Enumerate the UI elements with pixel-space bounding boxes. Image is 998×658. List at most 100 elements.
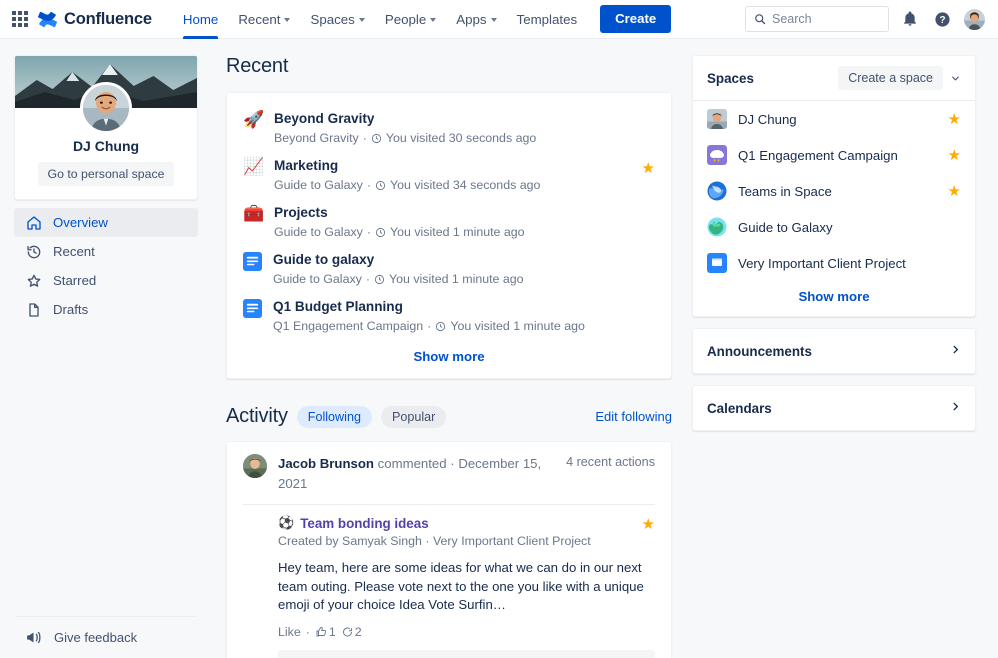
tab-following[interactable]: Following bbox=[296, 405, 372, 428]
recent-list-card: 🚀 Beyond Gravity Beyond Gravity · You vi… bbox=[226, 92, 672, 379]
sidebar-item-overview[interactable]: Overview bbox=[14, 208, 198, 237]
clock-icon bbox=[436, 321, 446, 331]
sidebar-item-drafts[interactable]: Drafts bbox=[14, 295, 198, 324]
app-switcher-icon[interactable] bbox=[10, 9, 30, 29]
avatar[interactable] bbox=[243, 454, 267, 478]
list-item[interactable]: 📈 Marketing Guide to Galaxy · You visite… bbox=[243, 152, 655, 199]
activity-header-row: Jacob Brunson commented · December 15, 2… bbox=[243, 454, 655, 505]
list-item[interactable]: 🧰 Projects Guide to Galaxy · You visited… bbox=[243, 199, 655, 246]
comment-icon bbox=[342, 627, 352, 636]
list-item-meta: Guide to Galaxy · You visited 1 minute a… bbox=[273, 270, 655, 288]
list-item-space: Beyond Gravity bbox=[274, 131, 359, 145]
dot-separator: · bbox=[366, 225, 371, 239]
star-filled-icon[interactable]: ★ bbox=[642, 161, 655, 176]
chart-increasing-emoji-icon: 📈 bbox=[243, 157, 265, 176]
blue-page-icon bbox=[243, 252, 262, 271]
bell-icon[interactable] bbox=[899, 8, 921, 30]
comment-count-chip[interactable]: 2 bbox=[341, 625, 362, 639]
space-name: Q1 Engagement Campaign bbox=[738, 147, 898, 163]
nav-item-recent-label: Recent bbox=[238, 11, 281, 27]
search-input[interactable]: Search bbox=[745, 6, 889, 32]
avatar[interactable] bbox=[80, 82, 132, 134]
star-filled-icon[interactable]: ★ bbox=[948, 184, 961, 199]
star-filled-icon[interactable]: ★ bbox=[948, 112, 961, 127]
like-count-chip[interactable]: 1 bbox=[315, 625, 336, 639]
activity-page-meta: Created by Samyak Singh · Very Important… bbox=[278, 534, 591, 548]
go-to-personal-space-button[interactable]: Go to personal space bbox=[37, 162, 175, 186]
dot-separator: · bbox=[450, 456, 455, 471]
green-globe-avatar-icon bbox=[707, 217, 727, 237]
give-feedback-button[interactable]: Give feedback bbox=[14, 629, 198, 646]
create-button[interactable]: Create bbox=[600, 5, 672, 33]
nav-item-apps[interactable]: Apps bbox=[447, 0, 505, 38]
list-item[interactable]: Teams in Space ★ bbox=[693, 173, 975, 209]
list-item[interactable]: Q1 Engagement Campaign ★ bbox=[693, 137, 975, 173]
list-item[interactable]: 🚀 Beyond Gravity Beyond Gravity · You vi… bbox=[243, 105, 655, 152]
list-item[interactable]: Very Important Client Project bbox=[693, 245, 975, 281]
list-item-visited: You visited 1 minute ago bbox=[450, 319, 585, 333]
list-item[interactable]: Guide to galaxy Guide to Galaxy · You vi… bbox=[243, 246, 655, 293]
edit-following-link[interactable]: Edit following bbox=[595, 409, 672, 424]
clock-icon bbox=[371, 133, 381, 143]
nav-item-home-label: Home bbox=[182, 11, 219, 27]
like-button[interactable]: Like bbox=[278, 625, 301, 639]
sidebar-item-recent[interactable]: Recent bbox=[14, 237, 198, 266]
calendars-title: Calendars bbox=[707, 400, 772, 416]
recent-show-more-button[interactable]: Show more bbox=[243, 340, 655, 368]
confluence-logo-icon bbox=[38, 11, 57, 27]
activity-headline: Jacob Brunson commented · December 15, 2… bbox=[278, 454, 555, 494]
nav-item-recent[interactable]: Recent bbox=[229, 0, 299, 38]
dot-separator: · bbox=[362, 131, 367, 145]
nav-item-people-label: People bbox=[384, 11, 427, 27]
confluence-logo-link[interactable]: Confluence bbox=[38, 10, 152, 29]
star-filled-icon[interactable]: ★ bbox=[948, 148, 961, 163]
reply-block: Jacob Brunson Andrew takes us all to The… bbox=[278, 649, 655, 658]
nav-item-people[interactable]: People bbox=[376, 0, 445, 38]
avatar[interactable] bbox=[963, 7, 986, 31]
clock-icon bbox=[375, 227, 386, 237]
nav-item-templates[interactable]: Templates bbox=[508, 0, 587, 38]
spaces-show-more-button[interactable]: Show more bbox=[693, 285, 975, 304]
list-item-meta: Beyond Gravity · You visited 30 seconds … bbox=[274, 129, 655, 147]
left-sidebar: DJ Chung Go to personal space Overview R… bbox=[0, 39, 212, 658]
space-name: Very Important Client Project bbox=[738, 255, 906, 271]
dot-separator: · bbox=[366, 178, 371, 192]
search-icon bbox=[755, 14, 766, 25]
activity-card: Jacob Brunson commented · December 15, 2… bbox=[226, 441, 672, 658]
list-item[interactable]: Guide to Galaxy bbox=[693, 209, 975, 245]
create-a-space-button[interactable]: Create a space bbox=[838, 66, 943, 90]
nav-item-apps-label: Apps bbox=[456, 11, 487, 27]
blue-page-icon bbox=[243, 299, 262, 318]
space-name: Teams in Space bbox=[738, 183, 832, 199]
sidebar-item-starred[interactable]: Starred bbox=[14, 266, 198, 295]
activity-excerpt: Hey team, here are some ideas for what w… bbox=[278, 560, 644, 612]
list-item-meta: Guide to Galaxy · You visited 1 minute a… bbox=[274, 223, 655, 241]
nav-item-spaces-label: Spaces bbox=[310, 11, 355, 27]
announcements-title: Announcements bbox=[707, 343, 812, 359]
nav-item-spaces[interactable]: Spaces bbox=[301, 0, 373, 38]
chevron-down-icon[interactable] bbox=[943, 70, 965, 87]
star-filled-icon[interactable]: ★ bbox=[642, 517, 655, 532]
spaces-card: Spaces Create a space DJ Chung ★ Q1 Enga… bbox=[692, 55, 976, 317]
rocket-emoji-icon: 🚀 bbox=[243, 110, 265, 129]
clock-icon bbox=[374, 274, 385, 284]
chevron-right-icon[interactable] bbox=[950, 399, 961, 417]
spaces-header: Spaces Create a space bbox=[693, 56, 975, 101]
nav-right-group: Search ? bbox=[745, 6, 986, 32]
star-outline-icon bbox=[25, 272, 42, 289]
list-item[interactable]: Q1 Budget Planning Q1 Engagement Campaig… bbox=[243, 293, 655, 340]
person-photo-avatar-icon bbox=[707, 109, 727, 129]
recent-actions-count: 4 recent actions bbox=[566, 455, 655, 469]
sidebar-item-recent-label: Recent bbox=[53, 244, 95, 259]
activity-page-link[interactable]: ⚽ Team bonding ideas bbox=[278, 515, 655, 531]
soccer-ball-emoji-icon: ⚽ bbox=[278, 515, 295, 530]
announcements-panel[interactable]: Announcements bbox=[692, 328, 976, 374]
tab-popular[interactable]: Popular bbox=[380, 405, 447, 428]
list-item[interactable]: DJ Chung ★ bbox=[693, 101, 975, 137]
calendars-panel[interactable]: Calendars bbox=[692, 385, 976, 431]
nav-item-home[interactable]: Home bbox=[174, 0, 227, 39]
dot-separator: · bbox=[427, 319, 432, 333]
chevron-right-icon[interactable] bbox=[950, 342, 961, 360]
help-circle-icon[interactable]: ? bbox=[931, 8, 953, 30]
profile-card: DJ Chung Go to personal space bbox=[14, 55, 198, 200]
